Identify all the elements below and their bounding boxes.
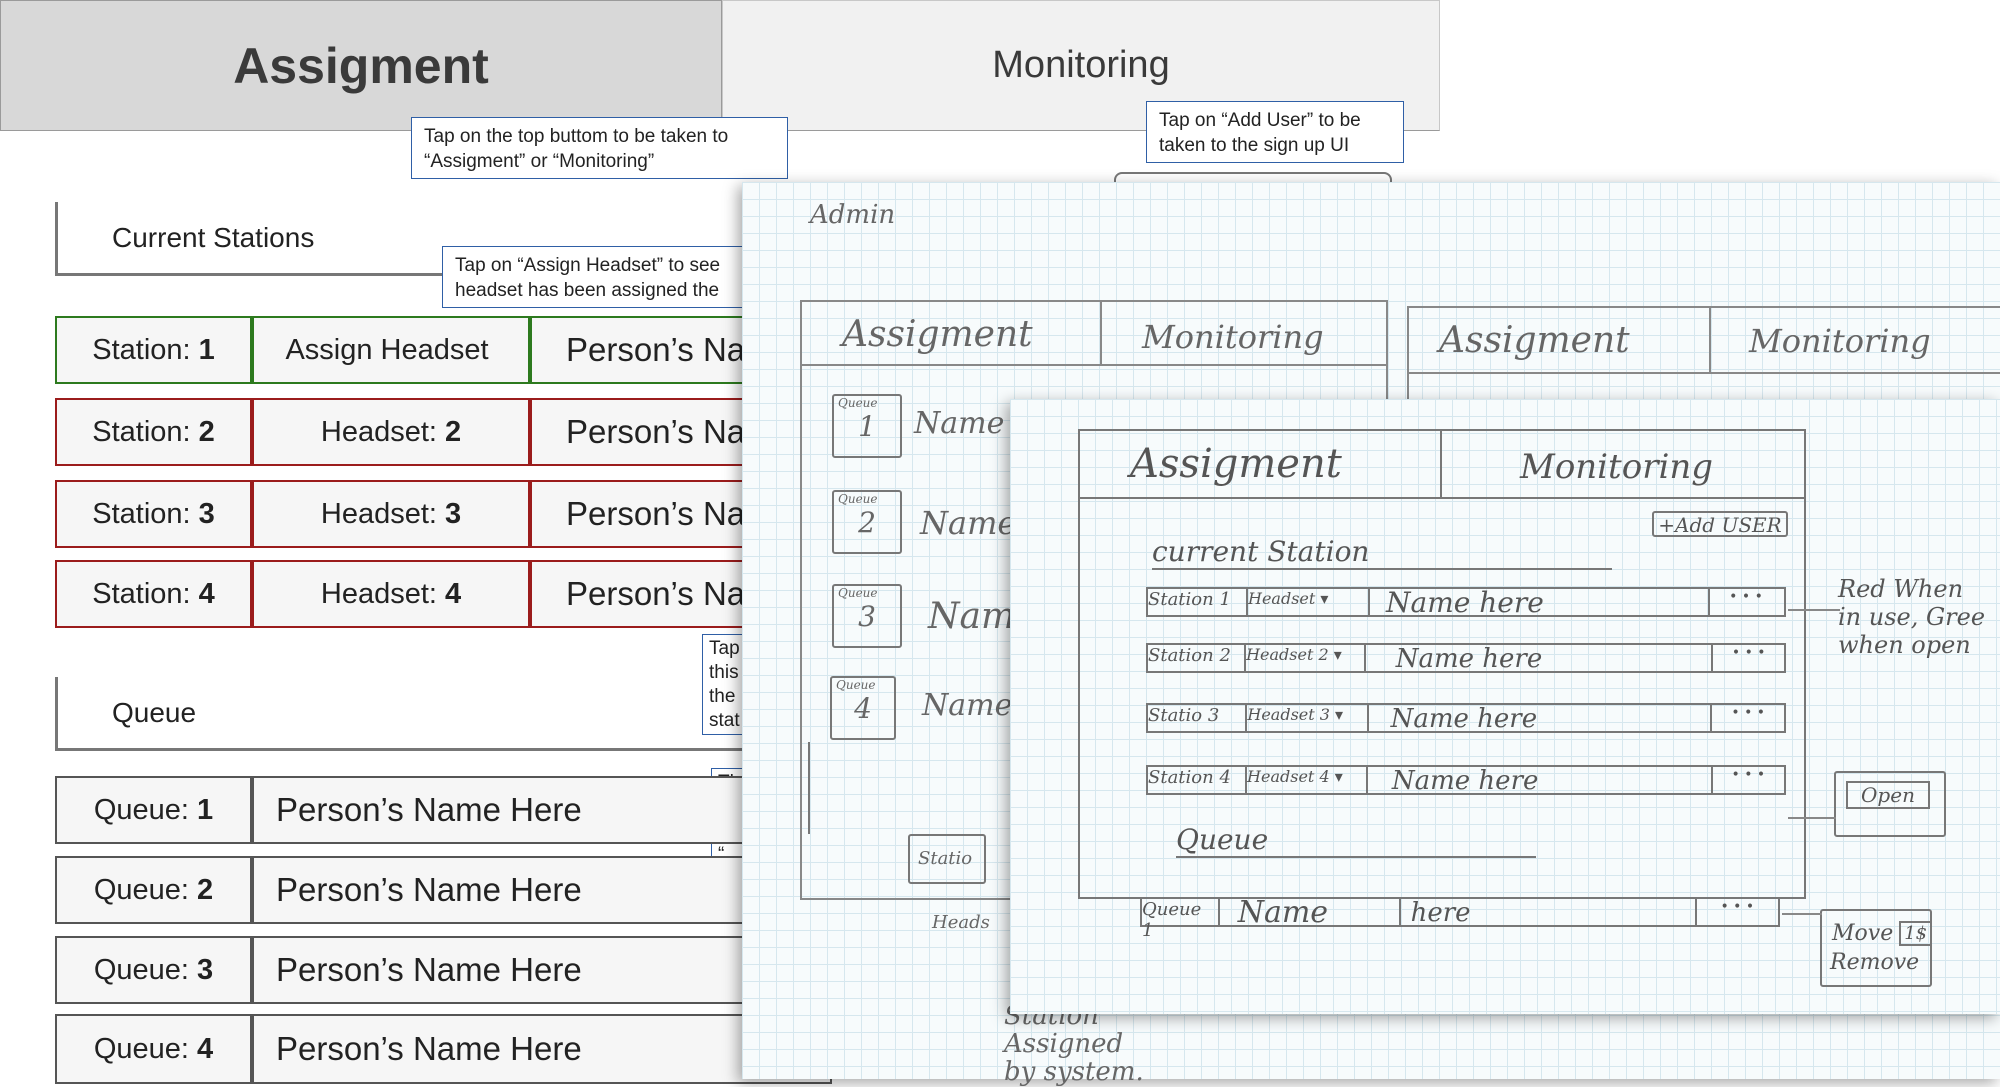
sketch-add-user-button[interactable]: +Add USER xyxy=(1652,511,1788,537)
station-number-cell: Station: 2 xyxy=(55,398,252,466)
sketch-name: Name xyxy=(922,688,1013,723)
note-line: this xyxy=(709,662,739,683)
sketch-station-tag: Statio xyxy=(908,834,986,884)
note-line: Tap xyxy=(709,638,740,659)
sketch-admin-label: Admin xyxy=(810,200,896,230)
note-line: “Assigment” or “Monitoring” xyxy=(424,151,655,172)
queue-number-cell: Queue: 1 xyxy=(55,776,252,844)
station-number-cell: Station: 1 xyxy=(55,316,252,384)
note-line: headset has been assigned the xyxy=(455,280,720,301)
sketch-tab: Assigment xyxy=(1130,441,1342,487)
sketch-line xyxy=(1080,497,1806,499)
station-list: Station: 1 Assign Headset Person’s Na Sta… xyxy=(55,316,830,628)
queue-list: Queue: 1 Person’s Name Here Queue: 2 Perso… xyxy=(55,776,832,1084)
headset-cell[interactable]: Headset: 3 xyxy=(252,480,530,548)
queue-row[interactable]: Queue: 4 Person’s Name Here xyxy=(55,1014,832,1084)
headset-cell[interactable]: Headset: 2 xyxy=(252,398,530,466)
sketch-line xyxy=(1440,431,1442,497)
station-row[interactable]: Station: 4 Headset: 4 Person’s Na xyxy=(55,560,830,628)
sketch-arrow xyxy=(1788,609,1840,611)
station-row[interactable]: Station: 3 Headset: 3 Person’s Na xyxy=(55,480,830,548)
sketch-line xyxy=(1409,372,2000,374)
sketch-queue-box: Queue 4 xyxy=(830,676,896,740)
sketch-tab: Monitoring xyxy=(1142,318,1324,356)
sketch-tab: Assigment xyxy=(1439,320,1630,361)
queue-number-cell: Queue: 3 xyxy=(55,936,252,1004)
sketch-line xyxy=(802,364,1388,366)
queue-number-cell: Queue: 4 xyxy=(55,1014,252,1084)
note-add-user: Tap on “Add User” to be taken to the sig… xyxy=(1146,101,1404,163)
sketch-arrow xyxy=(1782,913,1822,915)
headset-cell[interactable]: Headset: 4 xyxy=(252,560,530,628)
sketch-open-box: Open xyxy=(1834,771,1946,837)
sketch-frame: Assigment Monitoring +Add USER current S… xyxy=(1078,429,1806,899)
sketch-line xyxy=(1100,302,1102,364)
sketch-queue-box: Queue 1 xyxy=(832,394,902,458)
sketch-station-row: Station 2 Headset 2 ▾ Name here • • • xyxy=(1146,643,1786,673)
sketch-line xyxy=(1709,308,1711,372)
section-title: Queue xyxy=(112,696,197,728)
sketch-headset-tag: Heads xyxy=(932,912,990,933)
sketch-station-row: Statio 3 Headset 3 ▾ Name here • • • xyxy=(1146,703,1786,733)
note-line: Tap on “Add User” to be xyxy=(1159,110,1361,131)
sketch-red-note: Red When in use, Gree when open xyxy=(1838,575,1986,659)
sketch-move-box: Move 1$ Remove xyxy=(1820,909,1933,987)
station-row[interactable]: Station: 1 Assign Headset Person’s Na xyxy=(55,316,830,384)
sketch-current-station: current Station xyxy=(1152,535,1612,570)
station-number-cell: Station: 4 xyxy=(55,560,252,628)
note-line: taken to the sign up UI xyxy=(1159,135,1350,156)
sketch-queue-title: Queue xyxy=(1176,823,1536,858)
sketch-station-row: Station 4 Headset 4 ▾ Name here • • • xyxy=(1146,765,1786,795)
sketch-tab: Assigment xyxy=(842,314,1033,355)
section-queue: Queue xyxy=(55,677,805,751)
note-line: Tap on the top buttom to be taken to xyxy=(424,126,729,147)
sketch-name: Nam xyxy=(928,596,1016,637)
sketch-queue-box: Queue 2 xyxy=(832,490,902,554)
note-line: Tap on “Assign Headset” to see xyxy=(455,255,721,276)
queue-row[interactable]: Queue: 3 Person’s Name Here xyxy=(55,936,832,1004)
assign-headset-button[interactable]: Assign Headset xyxy=(252,316,530,384)
station-number-cell: Station: 3 xyxy=(55,480,252,548)
queue-row[interactable]: Queue: 2 Person’s Name Here xyxy=(55,856,832,924)
queue-row[interactable]: Queue: 1 Person’s Name Here xyxy=(55,776,832,844)
station-row[interactable]: Station: 2 Headset: 2 Person’s Na xyxy=(55,398,830,466)
note-line: stat xyxy=(709,710,740,731)
sketch-tab: Monitoring xyxy=(1749,322,1931,360)
note-tabs: Tap on the top buttom to be taken to “As… xyxy=(411,117,788,179)
note-line: the xyxy=(709,686,736,707)
sketch-name: Name xyxy=(920,504,1017,542)
queue-number-cell: Queue: 2 xyxy=(55,856,252,924)
sketch-queue-box: Queue 3 xyxy=(832,584,902,648)
sketch-assigned-note: Station Assigned by system. xyxy=(1004,1001,1144,1087)
tab-assignment[interactable]: Assigment xyxy=(0,0,722,131)
sketch-arrow xyxy=(808,742,810,834)
sketch-name: Name xyxy=(914,406,1005,441)
note-assign-headset: Tap on “Assign Headset” to see headset h… xyxy=(442,246,762,308)
sketch-paper-front: Assigment Monitoring +Add USER current S… xyxy=(1010,399,2000,1014)
sketch-arrow xyxy=(1788,817,1836,819)
sketch-station-row: Station 1 Headset ▾ Name here • • • xyxy=(1146,587,1786,617)
sketch-tab: Monitoring xyxy=(1520,447,1713,487)
sketch-queue-row: Queue 1 Name here • • • xyxy=(1140,897,1780,941)
section-title: Current Stations xyxy=(112,221,315,253)
